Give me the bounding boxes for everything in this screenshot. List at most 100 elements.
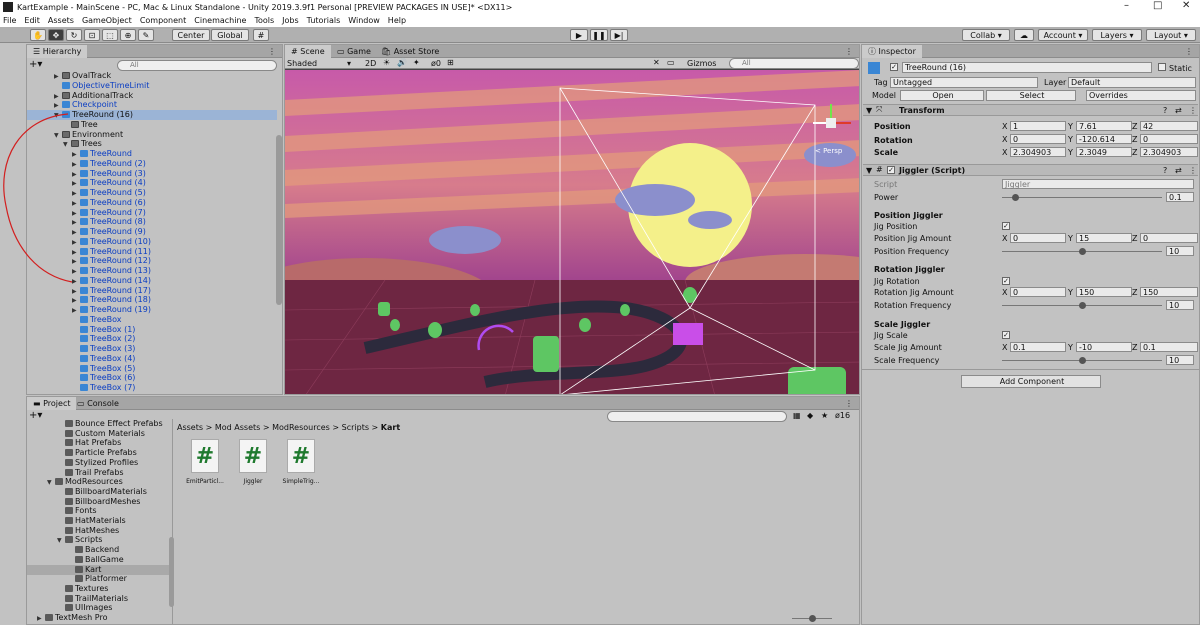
hierarchy-row[interactable]: ObjectiveTimeLimit (27, 81, 277, 91)
axis-label[interactable]: Y (1068, 288, 1073, 297)
jig-position-checkbox[interactable]: ✓ (1002, 222, 1010, 230)
close-button[interactable]: ✕ (1182, 0, 1190, 11)
scale-z-field[interactable]: 2.304903 (1140, 147, 1198, 157)
project-folder-row[interactable]: ▼ ModResources (27, 477, 172, 487)
breadcrumb-item[interactable]: Assets (177, 423, 203, 432)
rotation-y-field[interactable]: -120.614 (1076, 134, 1132, 144)
lighting-toggle-icon[interactable]: ☀ (383, 58, 390, 67)
tab-scene[interactable]: # Scene (285, 45, 331, 58)
scale-x-field[interactable]: 2.304903 (1010, 147, 1066, 157)
axis-label[interactable]: Y (1068, 234, 1073, 243)
active-checkbox[interactable]: ✓ (890, 63, 898, 71)
asset-item[interactable]: # Jiggler (231, 437, 275, 489)
project-folder-row[interactable]: Stylized Profiles (27, 458, 172, 468)
position-z-field[interactable]: 42 (1140, 121, 1198, 131)
filter-label-icon[interactable]: ◆ (807, 411, 813, 420)
menu-item-6[interactable]: Tools (254, 16, 274, 25)
scale-amount-y-field[interactable]: -10 (1076, 342, 1132, 352)
camera-icon[interactable]: ▭ (667, 58, 675, 67)
axis-label[interactable]: X (1002, 234, 1007, 243)
scale-tool-icon[interactable]: ⊡ (84, 29, 100, 41)
asset-item[interactable]: # SimpleTrig... (279, 437, 323, 489)
jig-rotation-checkbox[interactable]: ✓ (1002, 277, 1010, 285)
scene-search-input[interactable]: All (729, 58, 859, 69)
project-folder-row[interactable]: Textures (27, 584, 172, 594)
project-folder-row[interactable]: Bounce Effect Prefabs (27, 419, 172, 429)
project-folder-row[interactable]: Backend (27, 545, 172, 555)
select-prefab-button[interactable]: Select (986, 90, 1076, 101)
hierarchy-row[interactable]: TreeBox (5) (27, 364, 277, 374)
object-name-field[interactable]: TreeRound (16) (902, 62, 1152, 73)
jiggler-header[interactable]: ▼ # ✓ Jiggler (Script) ? ⇄ ⋮ (863, 164, 1198, 176)
axis-label[interactable]: Z (1132, 135, 1137, 144)
axis-label[interactable]: Y (1068, 148, 1073, 157)
scale-y-field[interactable]: 2.3049 (1076, 147, 1132, 157)
panel-menu-icon[interactable]: ⋮ (1179, 45, 1199, 58)
panel-menu-icon[interactable]: ⋮ (839, 397, 859, 410)
layer-dropdown[interactable]: Default (1068, 77, 1196, 88)
custom-tool-icon[interactable]: ✎ (138, 29, 154, 41)
power-slider-handle[interactable] (1011, 194, 1019, 201)
help-icon[interactable]: ? (1163, 166, 1167, 175)
expand-arrow-icon[interactable]: ▶ (37, 614, 45, 624)
layers-dropdown[interactable]: Layers ▾ (1092, 29, 1142, 41)
scene-viewport[interactable]: < Persp (285, 70, 860, 395)
transform-tool-icon[interactable]: ⊕ (120, 29, 136, 41)
rot-amount-z-field[interactable]: 150 (1140, 287, 1198, 297)
tab-asset-store[interactable]: 🛍 Asset Store (375, 45, 445, 58)
maximize-button[interactable]: □ (1153, 0, 1162, 11)
position-y-field[interactable]: 7.61 (1076, 121, 1132, 131)
tab-console[interactable]: ▭ Console (71, 397, 125, 410)
open-prefab-button[interactable]: Open (900, 90, 984, 101)
hidden-objects-count[interactable]: ø0 (431, 59, 441, 68)
hierarchy-row[interactable]: TreeBox (1) (27, 325, 277, 335)
pause-button[interactable]: ❚❚ (590, 29, 608, 41)
project-folder-row[interactable]: Custom Materials (27, 429, 172, 439)
rot-amount-y-field[interactable]: 150 (1076, 287, 1132, 297)
hierarchy-row[interactable]: ▶ TreeRound (19) (27, 305, 277, 315)
project-folder-row[interactable]: HatMaterials (27, 516, 172, 526)
hierarchy-row[interactable]: ▶ TreeRound (18) (27, 295, 277, 305)
project-folder-row[interactable]: HatMeshes (27, 526, 172, 536)
favorite-icon[interactable]: ★ (821, 411, 828, 420)
hierarchy-row[interactable]: TreeBox (7) (27, 383, 277, 393)
power-slider[interactable] (1002, 197, 1162, 198)
scale-amount-x-field[interactable]: 0.1 (1010, 342, 1066, 352)
menu-item-10[interactable]: Help (388, 16, 406, 25)
scale-amount-z-field[interactable]: 0.1 (1140, 342, 1198, 352)
project-folder-row[interactable]: Fonts (27, 506, 172, 516)
persp-label[interactable]: < Persp (815, 147, 843, 155)
filter-type-icon[interactable]: ▦ (793, 411, 801, 420)
minimize-button[interactable]: – (1124, 0, 1129, 11)
axis-label[interactable]: Z (1132, 122, 1137, 131)
preset-icon[interactable]: ⇄ (1175, 166, 1182, 175)
project-folder-row[interactable]: TrailMaterials (27, 594, 172, 604)
create-plus-icon[interactable]: +▾ (29, 59, 42, 70)
rotation-z-field[interactable]: 0 (1140, 134, 1198, 144)
menu-item-0[interactable]: File (3, 16, 16, 25)
pos-amount-y-field[interactable]: 15 (1076, 233, 1132, 243)
project-folder-row[interactable]: Hat Prefabs (27, 438, 172, 448)
menu-item-1[interactable]: Edit (24, 16, 40, 25)
hierarchy-scrollbar[interactable] (276, 135, 282, 305)
axis-label[interactable]: Y (1068, 122, 1073, 131)
menu-item-2[interactable]: Assets (48, 16, 74, 25)
layout-dropdown[interactable]: Layout ▾ (1146, 29, 1196, 41)
panel-menu-icon[interactable]: ⋮ (262, 45, 282, 58)
menu-item-9[interactable]: Window (348, 16, 380, 25)
project-folder-row[interactable]: BallGame (27, 555, 172, 565)
project-folder-row[interactable]: BillboardMeshes (27, 497, 172, 507)
axis-label[interactable]: X (1002, 148, 1007, 157)
transform-header[interactable]: ▼ ⤧ Transform ? ⇄ ⋮ (863, 104, 1198, 116)
jig-scale-checkbox[interactable]: ✓ (1002, 331, 1010, 339)
scale-frequency-handle[interactable] (1079, 357, 1086, 364)
hierarchy-row[interactable]: TreeBox (3) (27, 344, 277, 354)
tab-hierarchy[interactable]: ☰ Hierarchy (27, 45, 88, 58)
axis-label[interactable]: X (1002, 122, 1007, 131)
breadcrumb-item[interactable]: Kart (381, 423, 400, 432)
menu-item-3[interactable]: GameObject (82, 16, 132, 25)
menu-item-5[interactable]: Cinemachine (194, 16, 246, 25)
tag-dropdown[interactable]: Untagged (890, 77, 1038, 88)
breadcrumb-item[interactable]: ModResources (272, 423, 330, 432)
axis-label[interactable]: X (1002, 288, 1007, 297)
